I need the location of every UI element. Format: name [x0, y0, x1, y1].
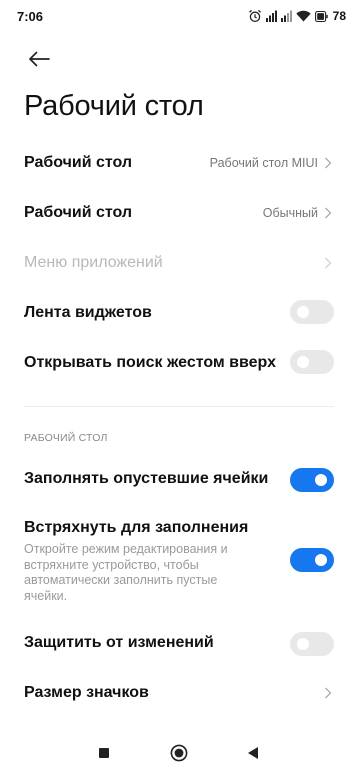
swipe-search-toggle[interactable]	[290, 350, 334, 374]
toggle-knob	[297, 638, 309, 650]
app-drawer-row: Меню приложений	[0, 242, 358, 286]
fill-cells-row: Заполнять опустевшие ячейки	[0, 458, 358, 502]
chevron-right-icon	[325, 207, 332, 219]
swipe-search-row: Открывать поиск жестом вверх	[0, 342, 358, 386]
swipe-search-label: Открывать поиск жестом вверх	[24, 354, 276, 371]
widget-feed-row: Лента виджетов	[0, 292, 358, 336]
lock-layout-label: Защитить от изменений	[24, 634, 214, 651]
status-icons: 78	[248, 8, 346, 24]
shake-fill-label: Встряхнуть для заполнения	[24, 519, 249, 536]
signal-icon	[280, 10, 292, 22]
battery-icon	[314, 10, 328, 23]
status-bar: 7:06 78	[0, 0, 358, 34]
signal-icon	[265, 10, 277, 22]
wifi-icon	[295, 10, 311, 22]
fill-cells-toggle[interactable]	[290, 468, 334, 492]
page-title: Рабочий стол	[24, 90, 204, 122]
chevron-right-icon	[325, 157, 332, 169]
shake-fill-description: Откройте режим редактирования и встряхни…	[24, 542, 228, 603]
section-header: РАБОЧИЙ СТОЛ	[24, 432, 108, 444]
home-screen-label: Рабочий стол	[24, 154, 133, 171]
toggle-knob	[297, 356, 309, 368]
home-mode-row[interactable]: Рабочий стол Обычный	[0, 192, 358, 236]
chevron-right-icon	[325, 257, 332, 269]
recents-button[interactable]	[95, 744, 113, 762]
home-button[interactable]	[170, 744, 188, 762]
lock-layout-toggle[interactable]	[290, 632, 334, 656]
lock-layout-row: Защитить от изменений	[0, 622, 358, 666]
back-nav-button[interactable]	[244, 744, 262, 762]
home-screen-row[interactable]: Рабочий стол Рабочий стол MIUI	[0, 142, 358, 186]
back-button[interactable]	[24, 44, 54, 74]
home-mode-label: Рабочий стол	[24, 204, 133, 221]
status-time: 7:06	[17, 9, 44, 24]
widget-feed-label: Лента виджетов	[24, 304, 152, 321]
arrow-left-icon	[29, 51, 50, 67]
home-mode-value: Обычный	[262, 206, 318, 220]
toggle-knob	[315, 474, 327, 486]
section-divider	[24, 406, 334, 407]
home-screen-value: Рабочий стол MIUI	[209, 156, 318, 170]
home-circle-icon	[170, 744, 188, 762]
recents-square-icon	[99, 748, 109, 758]
battery-percent: 78	[332, 9, 346, 23]
alarm-icon	[248, 9, 262, 23]
toggle-knob	[297, 306, 309, 318]
shake-fill-toggle[interactable]	[290, 548, 334, 572]
app-drawer-label: Меню приложений	[24, 254, 163, 271]
icon-size-row[interactable]: Размер значков	[0, 672, 358, 716]
widget-feed-toggle[interactable]	[290, 300, 334, 324]
chevron-right-icon	[325, 687, 332, 699]
fill-cells-label: Заполнять опустевшие ячейки	[24, 470, 269, 487]
back-triangle-icon	[248, 747, 258, 759]
toggle-knob	[315, 554, 327, 566]
navigation-bar	[0, 730, 358, 776]
icon-size-label: Размер значков	[24, 684, 149, 701]
